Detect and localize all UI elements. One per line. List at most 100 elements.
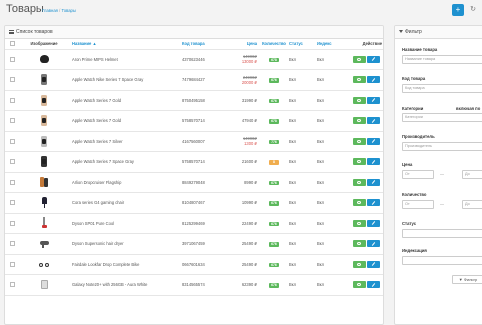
- row-checkbox[interactable]: [9, 159, 15, 165]
- quantity-badge: 8: [269, 160, 279, 165]
- view-button[interactable]: [352, 96, 366, 104]
- edit-button[interactable]: [366, 240, 380, 248]
- row-checkbox[interactable]: [9, 241, 15, 247]
- view-button[interactable]: [352, 76, 366, 84]
- filter-price-to[interactable]: До: [462, 170, 482, 179]
- quantity-badge: 776: [269, 139, 279, 144]
- col-name[interactable]: Название ▲: [69, 39, 181, 50]
- filter-name-label: Название товара: [402, 47, 438, 52]
- filter-category-extra: включая по: [456, 106, 481, 111]
- row-checkbox[interactable]: [9, 77, 15, 83]
- row-checkbox[interactable]: [9, 200, 15, 206]
- product-name: Arlion Dropcruiser Flagship: [69, 172, 181, 193]
- row-checkbox[interactable]: [9, 261, 15, 267]
- view-button[interactable]: [352, 240, 366, 248]
- edit-button[interactable]: [366, 199, 380, 207]
- table-row: Cora series G4 gaming chair 8104807467 109…: [5, 192, 383, 214]
- breadcrumb-home[interactable]: Главная: [42, 8, 58, 13]
- product-price: 10990 ₽: [231, 192, 259, 214]
- price-value: 25490 ₽: [241, 261, 257, 267]
- table-row: Apple Watch Nike Series 7 Space Gray 7479…: [5, 69, 383, 91]
- edit-button[interactable]: [366, 158, 380, 166]
- product-index: Вкл: [317, 192, 347, 214]
- product-image-cell: [19, 49, 69, 70]
- edit-button[interactable]: [366, 117, 380, 125]
- col-price[interactable]: Цена: [231, 39, 259, 50]
- row-actions: [347, 90, 383, 111]
- col-index[interactable]: Индекс: [317, 39, 347, 50]
- product-price: 24990₽ 20000 ₽: [231, 69, 259, 91]
- filter-price-dash: —: [440, 171, 444, 176]
- product-image-cell: [19, 69, 69, 91]
- product-status: Вкл: [289, 233, 317, 255]
- edit-button[interactable]: [366, 76, 380, 84]
- row-checkbox[interactable]: [9, 282, 15, 288]
- price-value: 62390 ₽: [241, 282, 257, 288]
- price-value: 10990 ₽: [241, 200, 257, 206]
- product-price: 47940 ₽: [231, 110, 259, 132]
- select-all-checkbox[interactable]: [9, 41, 15, 47]
- view-button[interactable]: [352, 137, 366, 145]
- row-checkbox[interactable]: [9, 97, 15, 103]
- row-checkbox[interactable]: [9, 118, 15, 124]
- product-qty-cell: 676: [259, 192, 289, 214]
- row-checkbox[interactable]: [9, 56, 15, 62]
- product-price: 22490 ₽: [231, 213, 259, 234]
- edit-button[interactable]: [366, 178, 380, 186]
- product-status: Вкл: [289, 131, 317, 152]
- product-index: Вкл: [317, 151, 347, 173]
- row-checkbox[interactable]: [9, 220, 15, 226]
- row-select-cell: [5, 90, 19, 111]
- row-select-cell: [5, 254, 19, 275]
- bike-icon: [38, 261, 50, 268]
- view-button[interactable]: [352, 260, 366, 268]
- add-product-button[interactable]: +: [452, 4, 464, 16]
- product-price: 14990₽ 1300 ₽: [231, 131, 259, 152]
- refresh-button[interactable]: ↻: [466, 4, 480, 16]
- quantity-badge: 678: [269, 57, 279, 62]
- product-qty-cell: 678: [259, 49, 289, 70]
- view-button[interactable]: [352, 158, 366, 166]
- product-price: 8990 ₽: [231, 172, 259, 193]
- edit-button[interactable]: [366, 137, 380, 145]
- row-actions: [347, 192, 383, 214]
- filter-title: Фильтр: [405, 29, 422, 35]
- filter-status-select[interactable]: [402, 229, 482, 238]
- filter-qty-to[interactable]: До: [462, 200, 482, 209]
- product-qty-cell: 678: [259, 110, 289, 132]
- view-button[interactable]: [352, 55, 366, 63]
- product-name: Apple Watch Series 7 Space Gray: [69, 151, 181, 173]
- filter-model-input[interactable]: Код товара: [402, 84, 482, 93]
- view-button[interactable]: [352, 178, 366, 186]
- view-button[interactable]: [352, 281, 366, 289]
- product-index: Вкл: [317, 233, 347, 255]
- filter-index-select[interactable]: [402, 256, 482, 265]
- row-checkbox[interactable]: [9, 138, 15, 144]
- watch-dark-icon: [41, 156, 47, 168]
- col-status[interactable]: Статус: [289, 39, 317, 50]
- edit-button[interactable]: [366, 96, 380, 104]
- edit-button[interactable]: [366, 219, 380, 227]
- filter-category-input[interactable]: Категории: [402, 113, 482, 122]
- filter-manufacturer-input[interactable]: Производитель: [402, 142, 482, 151]
- view-button[interactable]: [352, 117, 366, 125]
- filter-button[interactable]: ▼ Фильтр: [452, 275, 482, 284]
- col-model[interactable]: Код товара: [181, 39, 231, 50]
- quantity-badge: 676: [269, 221, 279, 226]
- edit-button[interactable]: [366, 260, 380, 268]
- edit-button[interactable]: [366, 281, 380, 289]
- breadcrumb-current[interactable]: Товары: [61, 8, 75, 13]
- view-button[interactable]: [352, 199, 366, 207]
- filter-manufacturer-label: Производитель: [402, 134, 435, 139]
- row-actions: [347, 131, 383, 152]
- view-button[interactable]: [352, 219, 366, 227]
- row-checkbox[interactable]: [9, 179, 15, 185]
- product-status: Вкл: [289, 49, 317, 70]
- product-status: Вкл: [289, 213, 317, 234]
- filter-name-input[interactable]: Название товара: [402, 55, 482, 64]
- filter-qty-from[interactable]: От: [402, 200, 434, 209]
- filter-price-from[interactable]: От: [402, 170, 434, 179]
- col-quantity[interactable]: Количество: [259, 39, 289, 50]
- row-select-cell: [5, 151, 19, 173]
- edit-button[interactable]: [366, 55, 380, 63]
